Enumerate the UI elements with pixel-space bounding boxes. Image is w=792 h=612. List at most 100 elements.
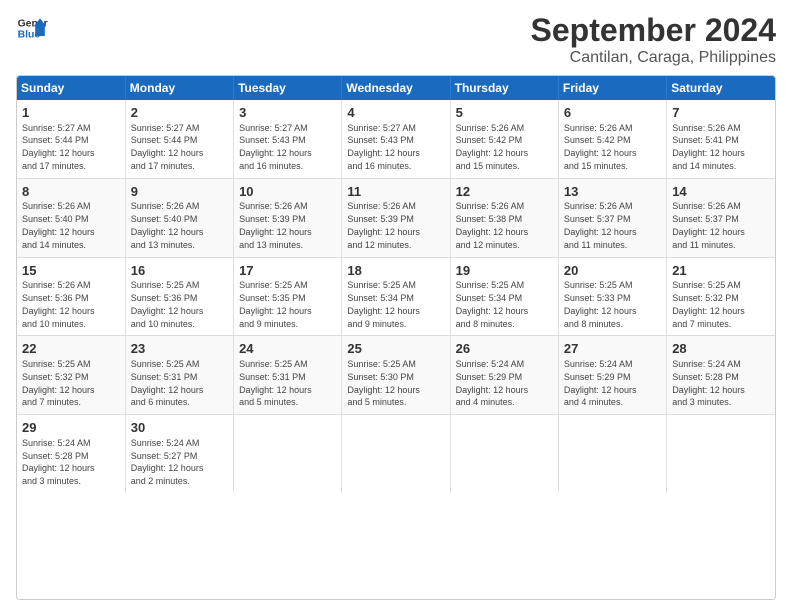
day-info: Sunrise: 5:27 AMSunset: 5:44 PMDaylight:… bbox=[131, 123, 204, 171]
day-number: 16 bbox=[131, 262, 228, 280]
day-number: 15 bbox=[22, 262, 120, 280]
day-info: Sunrise: 5:24 AMSunset: 5:28 PMDaylight:… bbox=[22, 438, 95, 486]
calendar-day-empty bbox=[234, 415, 342, 493]
day-number: 21 bbox=[672, 262, 770, 280]
calendar-day-empty bbox=[342, 415, 450, 493]
title-block: September 2024 Cantilan, Caraga, Philipp… bbox=[531, 12, 776, 67]
calendar-week-5: 29Sunrise: 5:24 AMSunset: 5:28 PMDayligh… bbox=[17, 415, 775, 493]
calendar-day-8: 8Sunrise: 5:26 AMSunset: 5:40 PMDaylight… bbox=[17, 178, 125, 257]
calendar-day-5: 5Sunrise: 5:26 AMSunset: 5:42 PMDaylight… bbox=[450, 100, 558, 178]
day-info: Sunrise: 5:24 AMSunset: 5:29 PMDaylight:… bbox=[564, 359, 637, 407]
day-info: Sunrise: 5:25 AMSunset: 5:34 PMDaylight:… bbox=[347, 280, 420, 328]
day-info: Sunrise: 5:26 AMSunset: 5:42 PMDaylight:… bbox=[456, 123, 529, 171]
calendar-day-25: 25Sunrise: 5:25 AMSunset: 5:30 PMDayligh… bbox=[342, 336, 450, 415]
calendar-day-26: 26Sunrise: 5:24 AMSunset: 5:29 PMDayligh… bbox=[450, 336, 558, 415]
day-number: 29 bbox=[22, 419, 120, 437]
calendar-day-21: 21Sunrise: 5:25 AMSunset: 5:32 PMDayligh… bbox=[667, 257, 775, 336]
day-number: 20 bbox=[564, 262, 661, 280]
day-info: Sunrise: 5:26 AMSunset: 5:38 PMDaylight:… bbox=[456, 201, 529, 249]
calendar-header: SundayMondayTuesdayWednesdayThursdayFrid… bbox=[17, 76, 775, 100]
day-info: Sunrise: 5:25 AMSunset: 5:34 PMDaylight:… bbox=[456, 280, 529, 328]
day-number: 11 bbox=[347, 183, 444, 201]
calendar-day-1: 1Sunrise: 5:27 AMSunset: 5:44 PMDaylight… bbox=[17, 100, 125, 178]
calendar-day-22: 22Sunrise: 5:25 AMSunset: 5:32 PMDayligh… bbox=[17, 336, 125, 415]
logo-icon: General Blue bbox=[16, 12, 48, 44]
day-info: Sunrise: 5:27 AMSunset: 5:43 PMDaylight:… bbox=[347, 123, 420, 171]
calendar-day-3: 3Sunrise: 5:27 AMSunset: 5:43 PMDaylight… bbox=[234, 100, 342, 178]
calendar-day-29: 29Sunrise: 5:24 AMSunset: 5:28 PMDayligh… bbox=[17, 415, 125, 493]
calendar-week-4: 22Sunrise: 5:25 AMSunset: 5:32 PMDayligh… bbox=[17, 336, 775, 415]
calendar-day-6: 6Sunrise: 5:26 AMSunset: 5:42 PMDaylight… bbox=[558, 100, 666, 178]
day-info: Sunrise: 5:26 AMSunset: 5:40 PMDaylight:… bbox=[22, 201, 95, 249]
day-info: Sunrise: 5:25 AMSunset: 5:35 PMDaylight:… bbox=[239, 280, 312, 328]
day-info: Sunrise: 5:26 AMSunset: 5:42 PMDaylight:… bbox=[564, 123, 637, 171]
calendar-day-23: 23Sunrise: 5:25 AMSunset: 5:31 PMDayligh… bbox=[125, 336, 233, 415]
day-info: Sunrise: 5:25 AMSunset: 5:32 PMDaylight:… bbox=[22, 359, 95, 407]
col-header-saturday: Saturday bbox=[667, 76, 775, 100]
day-number: 4 bbox=[347, 104, 444, 122]
day-number: 18 bbox=[347, 262, 444, 280]
calendar-day-12: 12Sunrise: 5:26 AMSunset: 5:38 PMDayligh… bbox=[450, 178, 558, 257]
day-number: 24 bbox=[239, 340, 336, 358]
calendar-day-empty bbox=[450, 415, 558, 493]
calendar-week-3: 15Sunrise: 5:26 AMSunset: 5:36 PMDayligh… bbox=[17, 257, 775, 336]
day-number: 6 bbox=[564, 104, 661, 122]
day-number: 9 bbox=[131, 183, 228, 201]
day-info: Sunrise: 5:27 AMSunset: 5:44 PMDaylight:… bbox=[22, 123, 95, 171]
day-number: 8 bbox=[22, 183, 120, 201]
col-header-wednesday: Wednesday bbox=[342, 76, 450, 100]
calendar-day-15: 15Sunrise: 5:26 AMSunset: 5:36 PMDayligh… bbox=[17, 257, 125, 336]
day-info: Sunrise: 5:26 AMSunset: 5:39 PMDaylight:… bbox=[239, 201, 312, 249]
calendar-day-18: 18Sunrise: 5:25 AMSunset: 5:34 PMDayligh… bbox=[342, 257, 450, 336]
month-title: September 2024 bbox=[531, 12, 776, 49]
day-number: 17 bbox=[239, 262, 336, 280]
calendar-day-9: 9Sunrise: 5:26 AMSunset: 5:40 PMDaylight… bbox=[125, 178, 233, 257]
day-number: 1 bbox=[22, 104, 120, 122]
calendar-day-17: 17Sunrise: 5:25 AMSunset: 5:35 PMDayligh… bbox=[234, 257, 342, 336]
logo: General Blue bbox=[16, 12, 48, 44]
header: General Blue September 2024 Cantilan, Ca… bbox=[16, 12, 776, 67]
day-info: Sunrise: 5:25 AMSunset: 5:31 PMDaylight:… bbox=[131, 359, 204, 407]
col-header-thursday: Thursday bbox=[450, 76, 558, 100]
day-info: Sunrise: 5:26 AMSunset: 5:39 PMDaylight:… bbox=[347, 201, 420, 249]
calendar: SundayMondayTuesdayWednesdayThursdayFrid… bbox=[16, 75, 776, 600]
calendar-day-11: 11Sunrise: 5:26 AMSunset: 5:39 PMDayligh… bbox=[342, 178, 450, 257]
day-info: Sunrise: 5:26 AMSunset: 5:37 PMDaylight:… bbox=[672, 201, 745, 249]
col-header-tuesday: Tuesday bbox=[234, 76, 342, 100]
day-number: 25 bbox=[347, 340, 444, 358]
calendar-week-2: 8Sunrise: 5:26 AMSunset: 5:40 PMDaylight… bbox=[17, 178, 775, 257]
col-header-sunday: Sunday bbox=[17, 76, 125, 100]
day-info: Sunrise: 5:25 AMSunset: 5:31 PMDaylight:… bbox=[239, 359, 312, 407]
calendar-day-16: 16Sunrise: 5:25 AMSunset: 5:36 PMDayligh… bbox=[125, 257, 233, 336]
calendar-body: 1Sunrise: 5:27 AMSunset: 5:44 PMDaylight… bbox=[17, 100, 775, 493]
calendar-day-20: 20Sunrise: 5:25 AMSunset: 5:33 PMDayligh… bbox=[558, 257, 666, 336]
day-info: Sunrise: 5:26 AMSunset: 5:36 PMDaylight:… bbox=[22, 280, 95, 328]
calendar-day-4: 4Sunrise: 5:27 AMSunset: 5:43 PMDaylight… bbox=[342, 100, 450, 178]
calendar-day-19: 19Sunrise: 5:25 AMSunset: 5:34 PMDayligh… bbox=[450, 257, 558, 336]
calendar-day-24: 24Sunrise: 5:25 AMSunset: 5:31 PMDayligh… bbox=[234, 336, 342, 415]
day-info: Sunrise: 5:25 AMSunset: 5:36 PMDaylight:… bbox=[131, 280, 204, 328]
day-info: Sunrise: 5:24 AMSunset: 5:28 PMDaylight:… bbox=[672, 359, 745, 407]
day-number: 13 bbox=[564, 183, 661, 201]
day-info: Sunrise: 5:27 AMSunset: 5:43 PMDaylight:… bbox=[239, 123, 312, 171]
day-info: Sunrise: 5:24 AMSunset: 5:29 PMDaylight:… bbox=[456, 359, 529, 407]
calendar-day-10: 10Sunrise: 5:26 AMSunset: 5:39 PMDayligh… bbox=[234, 178, 342, 257]
day-number: 28 bbox=[672, 340, 770, 358]
calendar-table: SundayMondayTuesdayWednesdayThursdayFrid… bbox=[17, 76, 775, 493]
col-header-monday: Monday bbox=[125, 76, 233, 100]
calendar-day-2: 2Sunrise: 5:27 AMSunset: 5:44 PMDaylight… bbox=[125, 100, 233, 178]
col-header-friday: Friday bbox=[558, 76, 666, 100]
day-number: 19 bbox=[456, 262, 553, 280]
calendar-day-14: 14Sunrise: 5:26 AMSunset: 5:37 PMDayligh… bbox=[667, 178, 775, 257]
page: General Blue September 2024 Cantilan, Ca… bbox=[0, 0, 792, 612]
calendar-day-30: 30Sunrise: 5:24 AMSunset: 5:27 PMDayligh… bbox=[125, 415, 233, 493]
day-number: 27 bbox=[564, 340, 661, 358]
day-info: Sunrise: 5:26 AMSunset: 5:40 PMDaylight:… bbox=[131, 201, 204, 249]
day-number: 2 bbox=[131, 104, 228, 122]
day-info: Sunrise: 5:24 AMSunset: 5:27 PMDaylight:… bbox=[131, 438, 204, 486]
day-number: 3 bbox=[239, 104, 336, 122]
day-number: 14 bbox=[672, 183, 770, 201]
location-title: Cantilan, Caraga, Philippines bbox=[531, 49, 776, 67]
calendar-day-13: 13Sunrise: 5:26 AMSunset: 5:37 PMDayligh… bbox=[558, 178, 666, 257]
calendar-day-28: 28Sunrise: 5:24 AMSunset: 5:28 PMDayligh… bbox=[667, 336, 775, 415]
